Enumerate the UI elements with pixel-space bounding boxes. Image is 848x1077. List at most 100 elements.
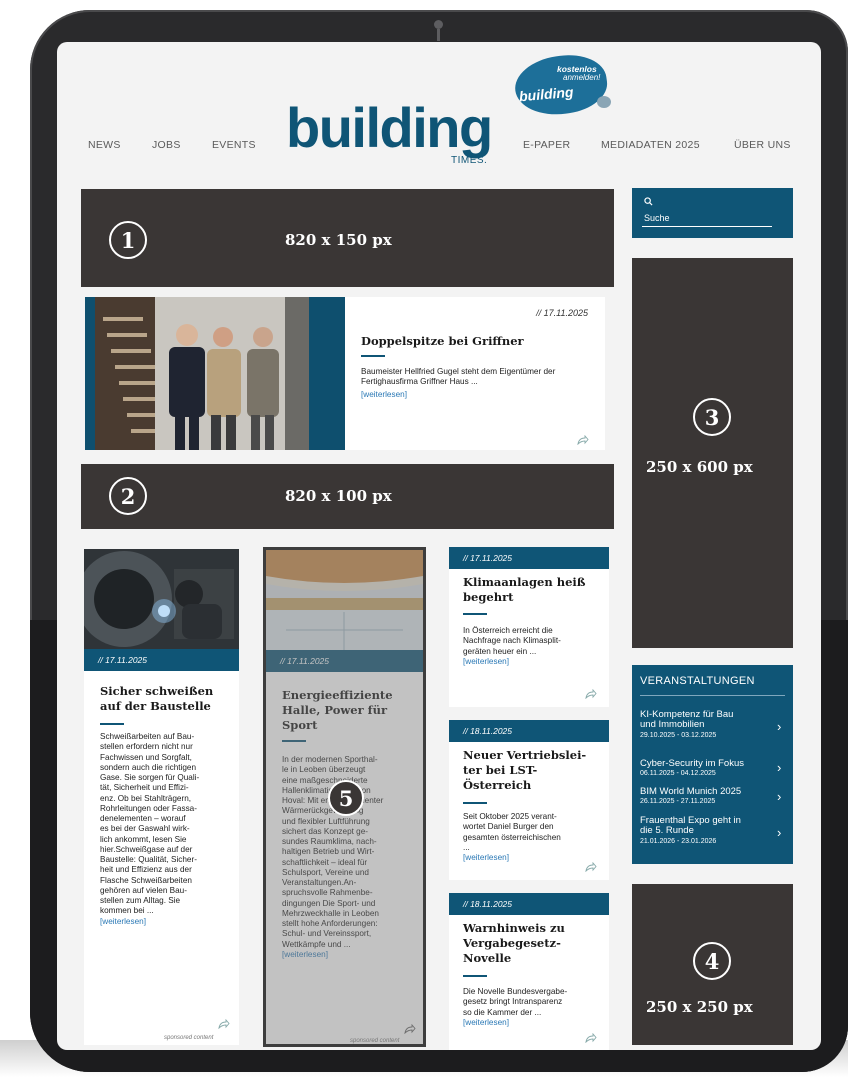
article-rule xyxy=(100,723,124,725)
event-item[interactable]: Cyber-Security im Fokus 06.11.2025 - 04.… xyxy=(640,758,770,778)
site-logo[interactable]: building xyxy=(286,100,493,156)
sponsored-label: sponsored content xyxy=(164,1035,214,1041)
article-title-line: Novelle xyxy=(463,950,512,965)
article-title[interactable]: Neuer Vertriebslei- ter bei LST- Österre… xyxy=(463,748,586,793)
featured-rule xyxy=(361,355,385,357)
featured-article[interactable]: // 17.11.2025 Doppelspitze bei Griffner … xyxy=(85,297,605,450)
article-photo-welding xyxy=(84,549,239,649)
nav-events[interactable]: EVENTS xyxy=(212,139,256,151)
article-card-vergabegesetz[interactable]: // 18.11.2025 Warnhinweis zu Vergabegese… xyxy=(449,893,609,1050)
ad-number-1: 1 xyxy=(109,221,147,259)
event-item[interactable]: Frauenthal Expo geht in die 5. Runde 21.… xyxy=(640,815,770,845)
ad-size-1: 820 x 150 px xyxy=(285,231,392,249)
event-dates: 29.10.2025 - 03.12.2025 xyxy=(640,731,717,739)
share-icon[interactable] xyxy=(585,689,597,699)
nav-epaper[interactable]: E-PAPER xyxy=(523,139,570,151)
search-icon[interactable] xyxy=(644,197,653,206)
events-title: VERANSTALTUNGEN xyxy=(640,675,755,687)
event-item[interactable]: BIM World Munich 2025 26.11.2025 - 27.11… xyxy=(640,786,770,806)
website-screen: NEWS JOBS EVENTS building TIMES. kostenl… xyxy=(57,42,821,1050)
article-title[interactable]: Sicher schweißen auf der Baustelle xyxy=(100,684,213,714)
article-body: In Österreich erreicht die Nachfrage nach… xyxy=(463,626,603,667)
article-date-bar: // 17.11.2025 xyxy=(449,547,609,569)
article-card-sporthalle[interactable]: // 17.11.2025 Energieeffiziente Halle, P… xyxy=(263,547,426,1047)
article-title-line: Sicher schweißen xyxy=(100,684,214,698)
site-logo-subtitle: TIMES. xyxy=(451,155,488,166)
featured-teaser: Baumeister Hellfried Gugel steht dem Eig… xyxy=(361,367,556,387)
ad-number-3: 3 xyxy=(693,398,731,436)
article-date-bar: // 17.11.2025 xyxy=(84,649,239,671)
search-input[interactable]: Suche xyxy=(644,213,670,223)
featured-photo xyxy=(85,297,345,450)
newsletter-badge[interactable]: kostenlos anmelden! building xyxy=(511,49,611,121)
article-title[interactable]: Warnhinweis zu Vergabegesetz- Novelle xyxy=(463,921,565,966)
share-icon[interactable] xyxy=(585,862,597,872)
camera-sensor xyxy=(437,29,440,41)
article-date-bar: // 18.11.2025 xyxy=(449,893,609,915)
ad-slot-4[interactable]: 4 250 x 250 px xyxy=(632,884,793,1045)
event-title: BIM World Munich 2025 xyxy=(640,786,742,797)
article-date-bar: // 18.11.2025 xyxy=(449,720,609,742)
article-title-line: Warnhinweis zu xyxy=(463,921,565,935)
event-title: Cyber-Security im Fokus xyxy=(640,758,744,769)
share-icon[interactable] xyxy=(218,1019,230,1029)
featured-read-more[interactable]: [weiterlesen] xyxy=(361,390,407,399)
featured-photo-image xyxy=(85,297,345,450)
event-title: die 5. Runde xyxy=(640,825,694,837)
article-title[interactable]: Klimaanlagen heiß begehrt xyxy=(463,575,586,605)
event-dates: 21.01.2026 - 23.01.2026 xyxy=(640,837,717,845)
article-date: // 17.11.2025 xyxy=(98,655,147,665)
event-dates: 06.11.2025 - 04.12.2025 xyxy=(640,770,716,778)
ad-number-4: 4 xyxy=(693,942,731,980)
badge-dot xyxy=(597,96,611,108)
chevron-right-icon[interactable]: › xyxy=(777,789,781,804)
article-title-line: begehrt xyxy=(463,589,514,604)
ad-slot-3[interactable]: 3 250 x 600 px xyxy=(632,258,793,648)
nav-mediadaten[interactable]: MEDIADATEN 2025 xyxy=(601,139,700,151)
ad-number-5: 5 xyxy=(328,780,364,816)
share-icon[interactable] xyxy=(585,1033,597,1043)
article-read-more[interactable]: [weiterlesen] xyxy=(463,853,603,863)
article-card-vertriebsleiter[interactable]: // 18.11.2025 Neuer Vertriebslei- ter be… xyxy=(449,720,609,880)
ad-size-3: 250 x 600 px xyxy=(646,458,753,476)
ad-slot-2[interactable]: 2 820 x 100 px xyxy=(81,464,614,529)
article-body: Seit Oktober 2025 verant-wortet Daniel B… xyxy=(463,812,603,863)
featured-title[interactable]: Doppelspitze bei Griffner xyxy=(361,334,524,349)
article-title-line: ter bei LST- xyxy=(463,762,538,777)
article-rule xyxy=(463,975,487,977)
event-item[interactable]: KI-Kompetenz für Bau und Immobilien 29.1… xyxy=(640,709,770,739)
ad-number-2: 2 xyxy=(109,477,147,515)
event-title: und Immobilien xyxy=(640,719,705,731)
article-title-line: auf der Baustelle xyxy=(100,698,211,713)
article-rule xyxy=(463,613,487,615)
article-read-more[interactable]: [weiterlesen] xyxy=(463,1018,603,1028)
article-card-welding[interactable]: // 17.11.2025 Sicher schweißen auf der B… xyxy=(84,549,239,1045)
nav-jobs[interactable]: JOBS xyxy=(152,139,181,151)
article-date: // 18.11.2025 xyxy=(463,726,512,736)
search-box[interactable]: Suche xyxy=(632,188,793,238)
share-icon[interactable] xyxy=(577,435,589,445)
article-read-more[interactable]: [weiterlesen] xyxy=(463,657,603,667)
events-box: VERANSTALTUNGEN KI-Kompetenz für Bau und… xyxy=(632,665,793,864)
nav-ueber-uns[interactable]: ÜBER UNS xyxy=(734,139,791,151)
article-rule xyxy=(463,802,487,804)
article-read-more[interactable]: [weiterlesen] xyxy=(100,917,235,927)
article-title-line: Neuer Vertriebslei- xyxy=(463,748,587,762)
featured-date: // 17.11.2025 xyxy=(536,308,588,318)
article-title-line: Vergabegesetz- xyxy=(463,935,561,950)
chevron-right-icon[interactable]: › xyxy=(777,719,781,734)
article-title-line: Klimaanlagen heiß xyxy=(463,575,586,589)
chevron-right-icon[interactable]: › xyxy=(777,760,781,775)
ad-size-4: 250 x 250 px xyxy=(646,998,753,1016)
article-card-klimaanlagen[interactable]: // 17.11.2025 Klimaanlagen heiß begehrt … xyxy=(449,547,609,707)
article-title-line: Österreich xyxy=(463,777,532,792)
event-dates: 26.11.2025 - 27.11.2025 xyxy=(640,798,716,806)
nav-news[interactable]: NEWS xyxy=(88,139,121,151)
ad-slot-1[interactable]: 1 820 x 150 px xyxy=(81,189,614,287)
chevron-right-icon[interactable]: › xyxy=(777,825,781,840)
ad-size-2: 820 x 100 px xyxy=(285,487,392,505)
article-date: // 18.11.2025 xyxy=(463,899,512,909)
article-body: Schweißarbeiten auf Bau-stellen erforder… xyxy=(100,732,235,927)
events-divider xyxy=(640,695,785,696)
article-body: Die Novelle Bundesvergabe-gesetz bringt … xyxy=(463,987,603,1028)
